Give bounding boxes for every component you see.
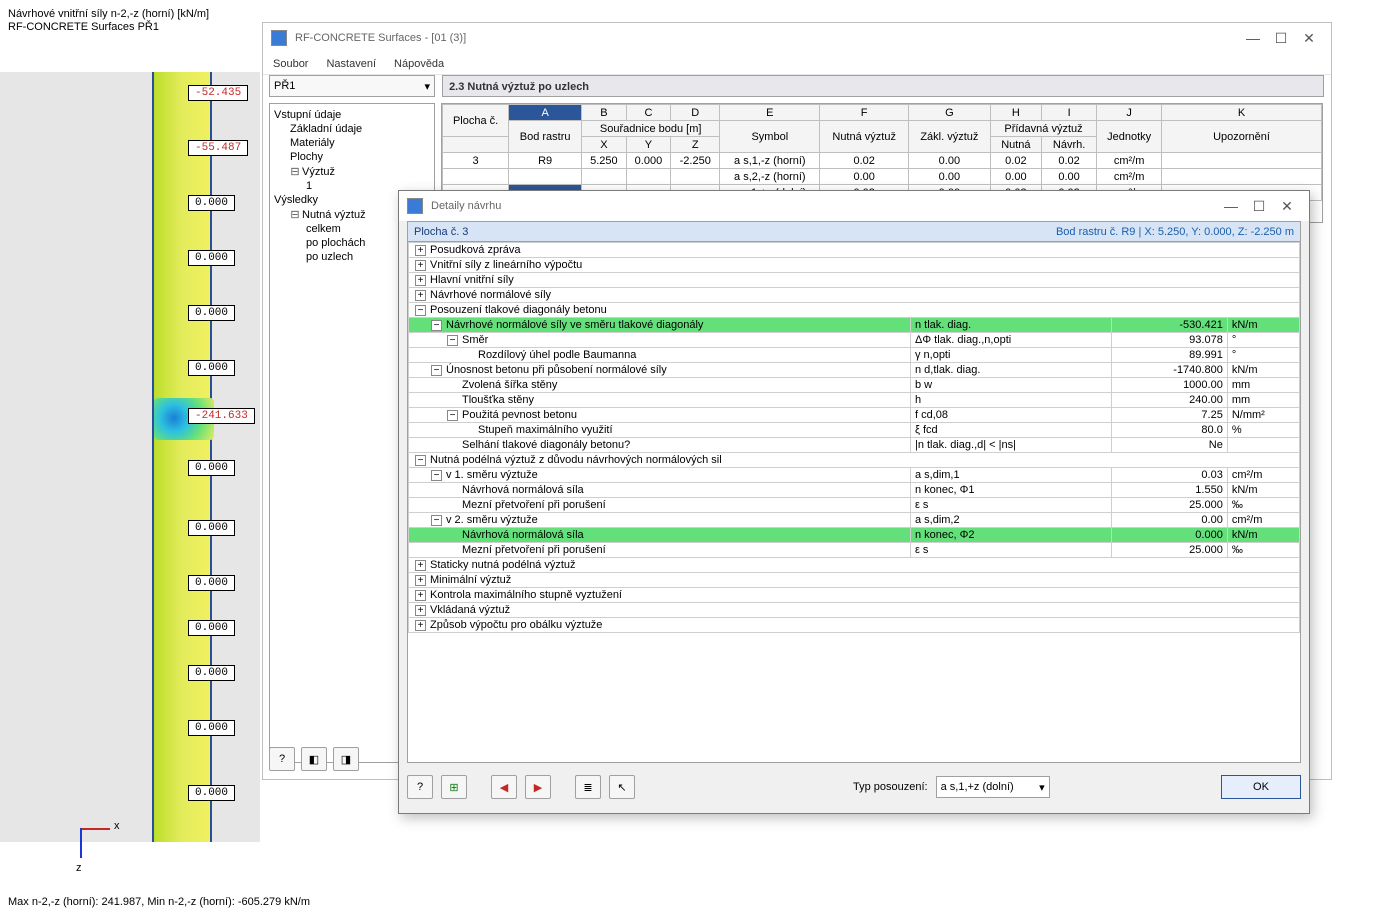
value-callout: 0.000: [188, 460, 235, 476]
col-A[interactable]: A: [509, 105, 582, 121]
details-dialog: Detaily návrhu — ☐ ✕ Plocha č. 3 Bod ras…: [398, 190, 1310, 814]
module-titlebar[interactable]: RF-CONCRETE Surfaces - [01 (3)] — ☐ ✕: [263, 23, 1331, 53]
chevron-down-icon: ▾: [1039, 781, 1045, 794]
detail-row[interactable]: Tloušťka stěnyh240.00mm: [409, 393, 1300, 408]
coord-axes: [50, 802, 110, 862]
detail-row[interactable]: Návrhová normálová sílan konec, Φ20.000k…: [409, 528, 1300, 543]
detail-row[interactable]: +Kontrola maximálního stupně vyztužení: [409, 588, 1300, 603]
detail-row[interactable]: Rozdílový úhel podle Baumannaγ n,opti89.…: [409, 348, 1300, 363]
detail-row[interactable]: +Vnitřní síly z lineárního výpočtu: [409, 258, 1300, 273]
excel-button[interactable]: ⊞: [441, 775, 467, 799]
module-title: RF-CONCRETE Surfaces - [01 (3)]: [295, 32, 466, 44]
detail-row[interactable]: −SměrΔΦ tlak. diag.,n,opti93.078°: [409, 333, 1300, 348]
help-button[interactable]: ?: [269, 747, 295, 771]
detail-row[interactable]: Mezní přetvoření při porušeníε s25.000‰: [409, 543, 1300, 558]
minimize-icon[interactable]: —: [1217, 198, 1245, 214]
help-button[interactable]: ?: [407, 775, 433, 799]
col-E[interactable]: E: [720, 105, 820, 121]
detail-row[interactable]: +Způsob výpočtu pro obálku výztuže: [409, 618, 1300, 633]
app-icon: [271, 30, 287, 46]
value-callout: 0.000: [188, 195, 235, 211]
tree-reinf[interactable]: ⊟Výztuž: [272, 164, 432, 179]
detail-row[interactable]: −v 1. směru výztužea s,dim,10.03cm²/m: [409, 468, 1300, 483]
detail-row[interactable]: Mezní přetvoření při porušeníε s25.000‰: [409, 498, 1300, 513]
close-icon[interactable]: ✕: [1295, 30, 1323, 47]
tree-input[interactable]: Vstupní údaje: [272, 108, 432, 122]
value-callout: 0.000: [188, 250, 235, 266]
ok-button[interactable]: OK: [1221, 775, 1301, 799]
table-row[interactable]: 3R95.2500.000-2.250a s,1,-z (horní)0.020…: [443, 153, 1322, 169]
col-C[interactable]: C: [626, 105, 671, 121]
value-callout: -241.633: [188, 408, 255, 424]
tree-general[interactable]: Základní údaje: [272, 122, 432, 136]
value-callout: 0.000: [188, 665, 235, 681]
value-callout: -55.487: [188, 140, 248, 156]
type-select[interactable]: a s,1,+z (dolní)▾: [936, 776, 1050, 798]
detail-row[interactable]: −Nutná podélná výztuž z důvodu návrhovýc…: [409, 453, 1300, 468]
detail-row[interactable]: +Návrhové normálové síly: [409, 288, 1300, 303]
menu-help[interactable]: Nápověda: [394, 58, 444, 70]
value-callout: -52.435: [188, 85, 248, 101]
detail-row[interactable]: −v 2. směru výztužea s,dim,20.00cm²/m: [409, 513, 1300, 528]
next-button[interactable]: ▶: [525, 775, 551, 799]
prev-tool[interactable]: ◧: [301, 747, 327, 771]
detail-row[interactable]: −Únosnost betonu při působení normálové …: [409, 363, 1300, 378]
col-plocha[interactable]: Plocha č.: [443, 105, 509, 137]
detail-row[interactable]: −Posouzení tlakové diagonály betonu: [409, 303, 1300, 318]
close-icon[interactable]: ✕: [1273, 198, 1301, 215]
detail-row[interactable]: Stupeň maximálního využitíξ fcd80.0%: [409, 423, 1300, 438]
value-callout: 0.000: [188, 305, 235, 321]
col-I[interactable]: I: [1041, 105, 1096, 121]
type-label: Typ posouzení:: [853, 781, 928, 793]
value-callout: 0.000: [188, 620, 235, 636]
col-G[interactable]: G: [908, 105, 990, 121]
value-callout: 0.000: [188, 785, 235, 801]
col-J[interactable]: J: [1097, 105, 1162, 121]
status-bar: Max n-2,-z (horní): 241.987, Min n-2,-z …: [8, 896, 310, 908]
section-header: 2.3 Nutná výztuž po uzlech: [442, 75, 1324, 97]
app-icon: [407, 198, 423, 214]
case-combo[interactable]: PŘ1▾: [269, 75, 435, 97]
detail-row[interactable]: +Posudková zpráva: [409, 243, 1300, 258]
col-K[interactable]: K: [1162, 105, 1322, 121]
dialog-title: Detaily návrhu: [431, 200, 501, 212]
col-D[interactable]: D: [671, 105, 720, 121]
next-tool[interactable]: ◨: [333, 747, 359, 771]
menu-settings[interactable]: Nastavení: [326, 58, 376, 70]
value-callout: 0.000: [188, 360, 235, 376]
detail-row[interactable]: +Staticky nutná podélná výztuž: [409, 558, 1300, 573]
detail-row[interactable]: −Návrhové normálové síly ve směru tlakov…: [409, 318, 1300, 333]
tree-surfaces[interactable]: Plochy: [272, 150, 432, 164]
detail-row[interactable]: +Vkládaná výztuž: [409, 603, 1300, 618]
chevron-down-icon: ▾: [424, 80, 430, 93]
value-callout: 0.000: [188, 720, 235, 736]
table-row[interactable]: a s,2,-z (horní)0.000.000.000.00cm²/m: [443, 169, 1322, 185]
maximize-icon[interactable]: ☐: [1267, 30, 1295, 47]
col-B[interactable]: B: [582, 105, 627, 121]
maximize-icon[interactable]: ☐: [1245, 198, 1273, 215]
detail-row[interactable]: Návrhová normálová sílan konec, Φ11.550k…: [409, 483, 1300, 498]
menubar[interactable]: Soubor Nastavení Nápověda: [263, 53, 1331, 75]
viewport-title: Návrhové vnitřní síly n-2,-z (horní) [kN…: [8, 8, 209, 34]
menu-file[interactable]: Soubor: [273, 58, 308, 70]
detail-header: Plocha č. 3 Bod rastru č. R9 | X: 5.250,…: [408, 222, 1300, 242]
value-callout: 0.000: [188, 575, 235, 591]
detail-tree-grid[interactable]: +Posudková zpráva+Vnitřní síly z lineárn…: [408, 242, 1300, 633]
detail-row[interactable]: Selhání tlakové diagonály betonu?|n tlak…: [409, 438, 1300, 453]
list-button[interactable]: ≣: [575, 775, 601, 799]
detail-row[interactable]: +Minimální výztuž: [409, 573, 1300, 588]
col-H[interactable]: H: [990, 105, 1041, 121]
value-callout: 0.000: [188, 520, 235, 536]
detail-row[interactable]: +Hlavní vnitřní síly: [409, 273, 1300, 288]
detail-row[interactable]: −Použitá pevnost betonuf cd,087.25N/mm²: [409, 408, 1300, 423]
minimize-icon[interactable]: —: [1239, 30, 1267, 46]
tree-materials[interactable]: Materiály: [272, 136, 432, 150]
detail-row[interactable]: Zvolená šířka stěnyb w1000.00mm: [409, 378, 1300, 393]
col-F[interactable]: F: [820, 105, 909, 121]
pick-button[interactable]: ↖: [609, 775, 635, 799]
prev-button[interactable]: ◀: [491, 775, 517, 799]
